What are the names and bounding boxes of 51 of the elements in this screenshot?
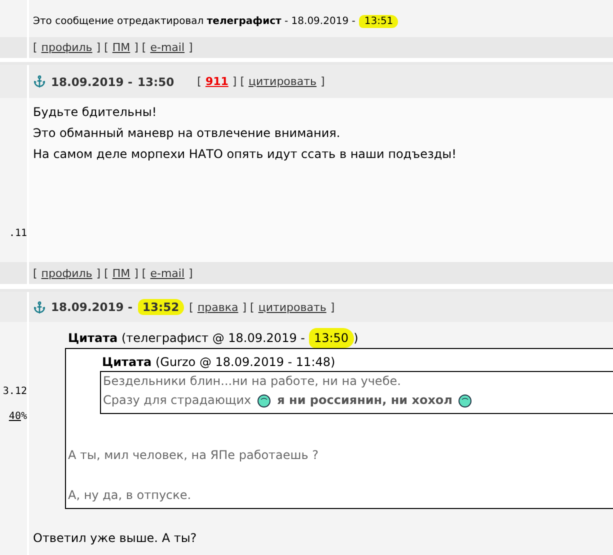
post-text: На самом деле морпехи НАТО опять идут ссать в наши подъезды! — [33, 146, 458, 163]
stat-link[interactable]: 40 — [8, 411, 21, 422]
paren-text: ) — [354, 330, 358, 347]
quote-text: А, ну да, в отпуске. — [68, 487, 192, 504]
highlighted-time: 13:51 — [359, 15, 398, 28]
highlighted-time: 13:50 — [308, 328, 354, 348]
alert-link[interactable]: 911 — [205, 75, 228, 88]
quote-text: Бездельники блин...ни на работе, ни на учебе. — [103, 373, 401, 390]
bold-quote-text: я ни россиянин, ни хохол — [277, 392, 452, 409]
time-text: 13:50 — [138, 74, 174, 88]
bracket-text: [ — [33, 266, 38, 280]
bracket-text: ] — [188, 266, 193, 280]
bracket-text: ] [ — [96, 266, 108, 280]
text-link[interactable]: цитировать — [258, 300, 326, 314]
bracket-text: [ — [189, 300, 194, 314]
text-link[interactable]: e-mail — [150, 266, 185, 280]
text-link[interactable]: ПМ — [112, 266, 130, 280]
bracket-text: ] — [320, 75, 325, 88]
text-link[interactable]: правка — [197, 300, 238, 314]
anchor-icon[interactable] — [33, 300, 46, 314]
bracket-text: [ — [33, 41, 38, 54]
reply-text: Ответил уже выше. А ты? — [33, 531, 198, 545]
post-text: Это обманный маневр на отвлечение внимания. — [33, 125, 342, 142]
text-link[interactable]: e-mail — [150, 41, 185, 54]
bracket-text: ] — [330, 300, 335, 314]
bracket-text: ] [ — [134, 41, 146, 54]
bracket-text: ] [ — [134, 266, 146, 280]
stat-text: .11 — [8, 228, 27, 239]
post-date: 18.09.2019 - — [51, 300, 133, 314]
bracket-text: ] [ — [96, 41, 108, 54]
post-text: Будьте бдительны! — [33, 104, 158, 121]
quote-title: Цитата (Gurzo @ 18.09.2019 - 11:48) — [102, 354, 336, 371]
quote-text: Сразу для страдающих — [103, 392, 252, 409]
text-link[interactable]: цитировать — [248, 75, 317, 88]
bracket-text: ] [ — [242, 300, 254, 314]
bracket-text: ] — [188, 41, 193, 54]
text-link[interactable]: ПМ — [112, 41, 130, 54]
stat-text: 3.12 — [2, 386, 27, 397]
text-link[interactable]: профиль — [41, 266, 92, 280]
anchor-icon[interactable] — [33, 75, 46, 88]
edit-note: Это сообщение отредактировал телеграфист - 18.09.2019 - — [33, 16, 356, 27]
stat-text: 40% — [8, 411, 27, 422]
bracket-text: [ — [197, 75, 202, 88]
smiley-icon — [257, 394, 272, 408]
smiley-icon — [458, 394, 472, 408]
highlighted-time: 13:52 — [138, 299, 184, 315]
bracket-text: ] [ — [232, 75, 244, 88]
post-date: 18.09.2019 - — [51, 74, 133, 88]
text-link[interactable]: профиль — [41, 41, 92, 54]
quote-title: Цитата (телеграфист @ 18.09.2019 - — [68, 330, 305, 347]
quote-text: А ты, мил человек, на ЯПе работаешь ? — [68, 447, 319, 464]
